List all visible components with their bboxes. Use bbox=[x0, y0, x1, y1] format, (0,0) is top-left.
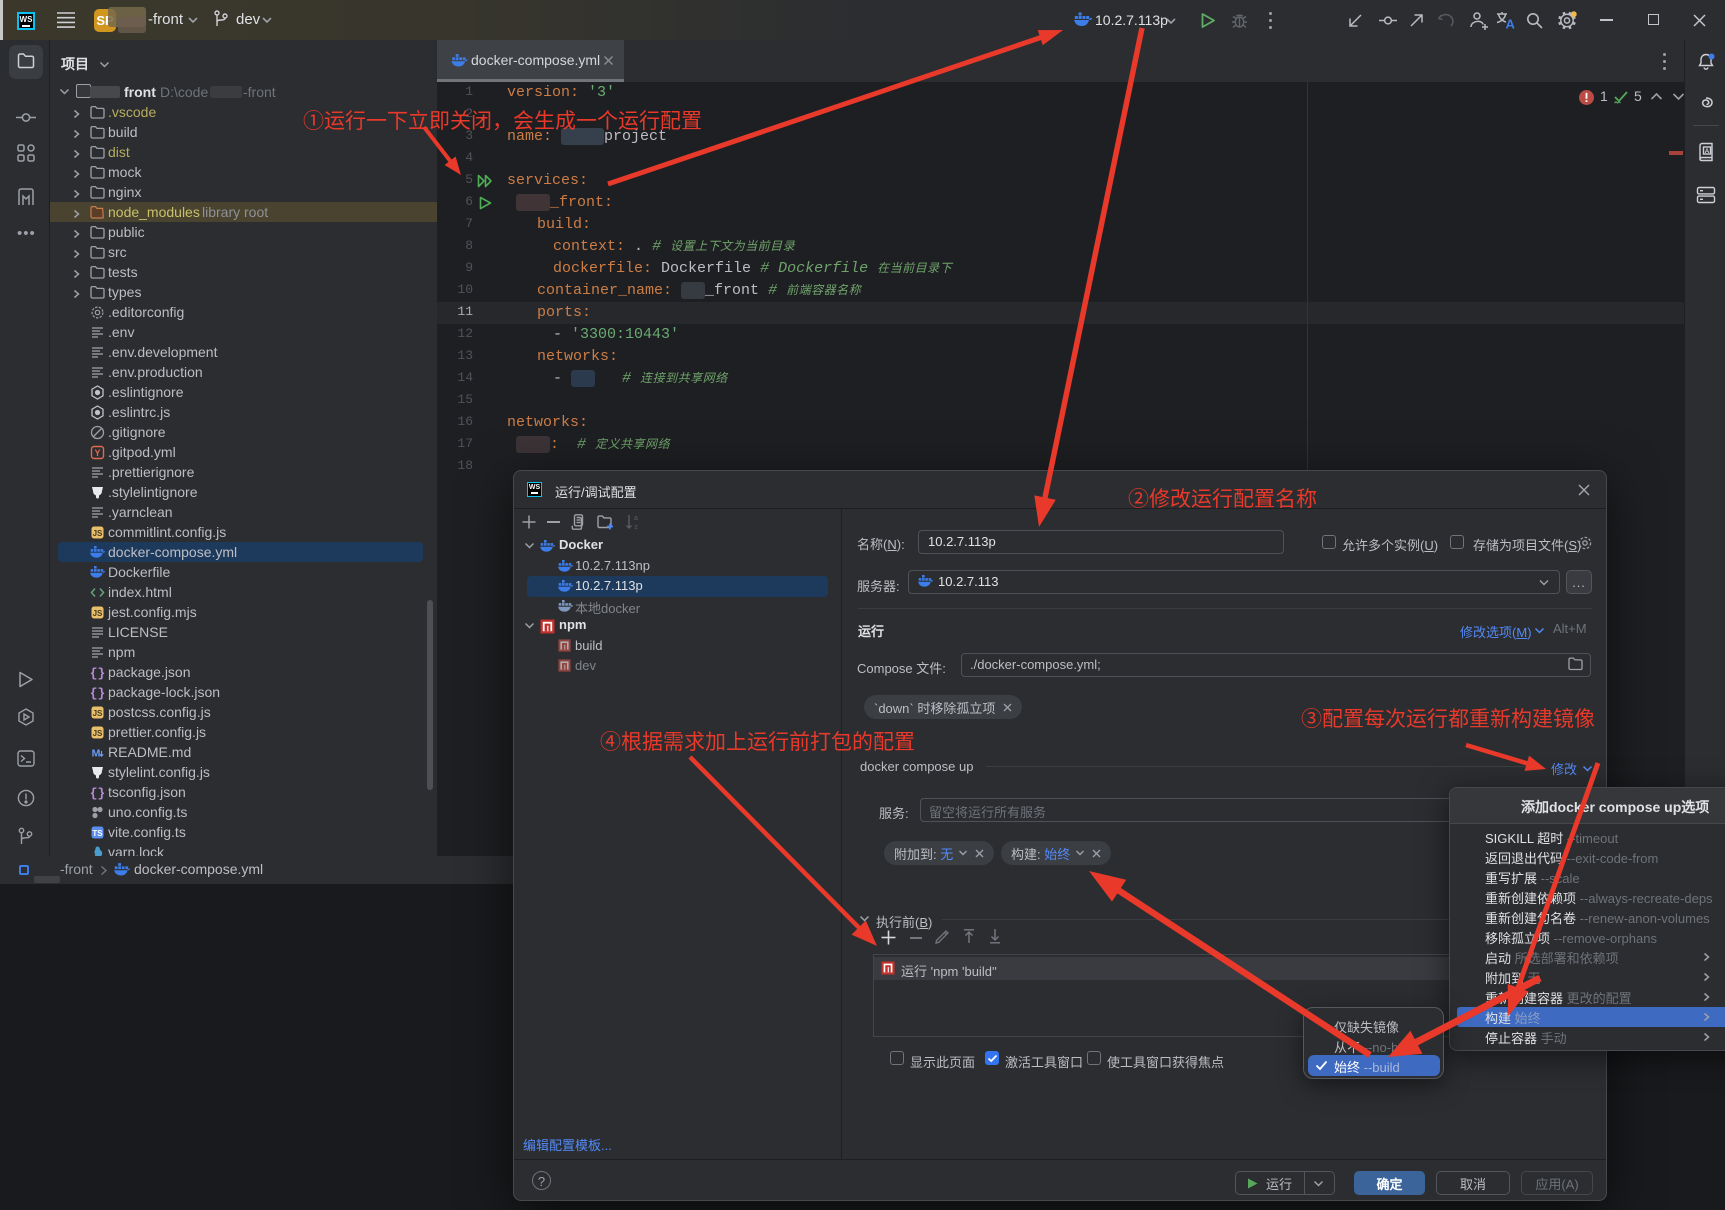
svg-text:{}: {} bbox=[90, 666, 105, 680]
svg-text:{}: {} bbox=[90, 786, 105, 800]
svg-text:{}: {} bbox=[90, 686, 105, 700]
svg-text:M: M bbox=[92, 748, 101, 760]
svg-text:TS: TS bbox=[92, 829, 103, 838]
svg-text:JS: JS bbox=[93, 709, 103, 718]
svg-text:JS: JS bbox=[93, 729, 103, 738]
svg-text:Y: Y bbox=[94, 448, 100, 458]
svg-text:A: A bbox=[1705, 148, 1710, 155]
svg-text:z: z bbox=[634, 524, 638, 530]
svg-text:JS: JS bbox=[93, 529, 103, 538]
svg-text:JS: JS bbox=[93, 609, 103, 618]
svg-text:A: A bbox=[1506, 17, 1516, 31]
svg-text:a: a bbox=[634, 515, 638, 522]
